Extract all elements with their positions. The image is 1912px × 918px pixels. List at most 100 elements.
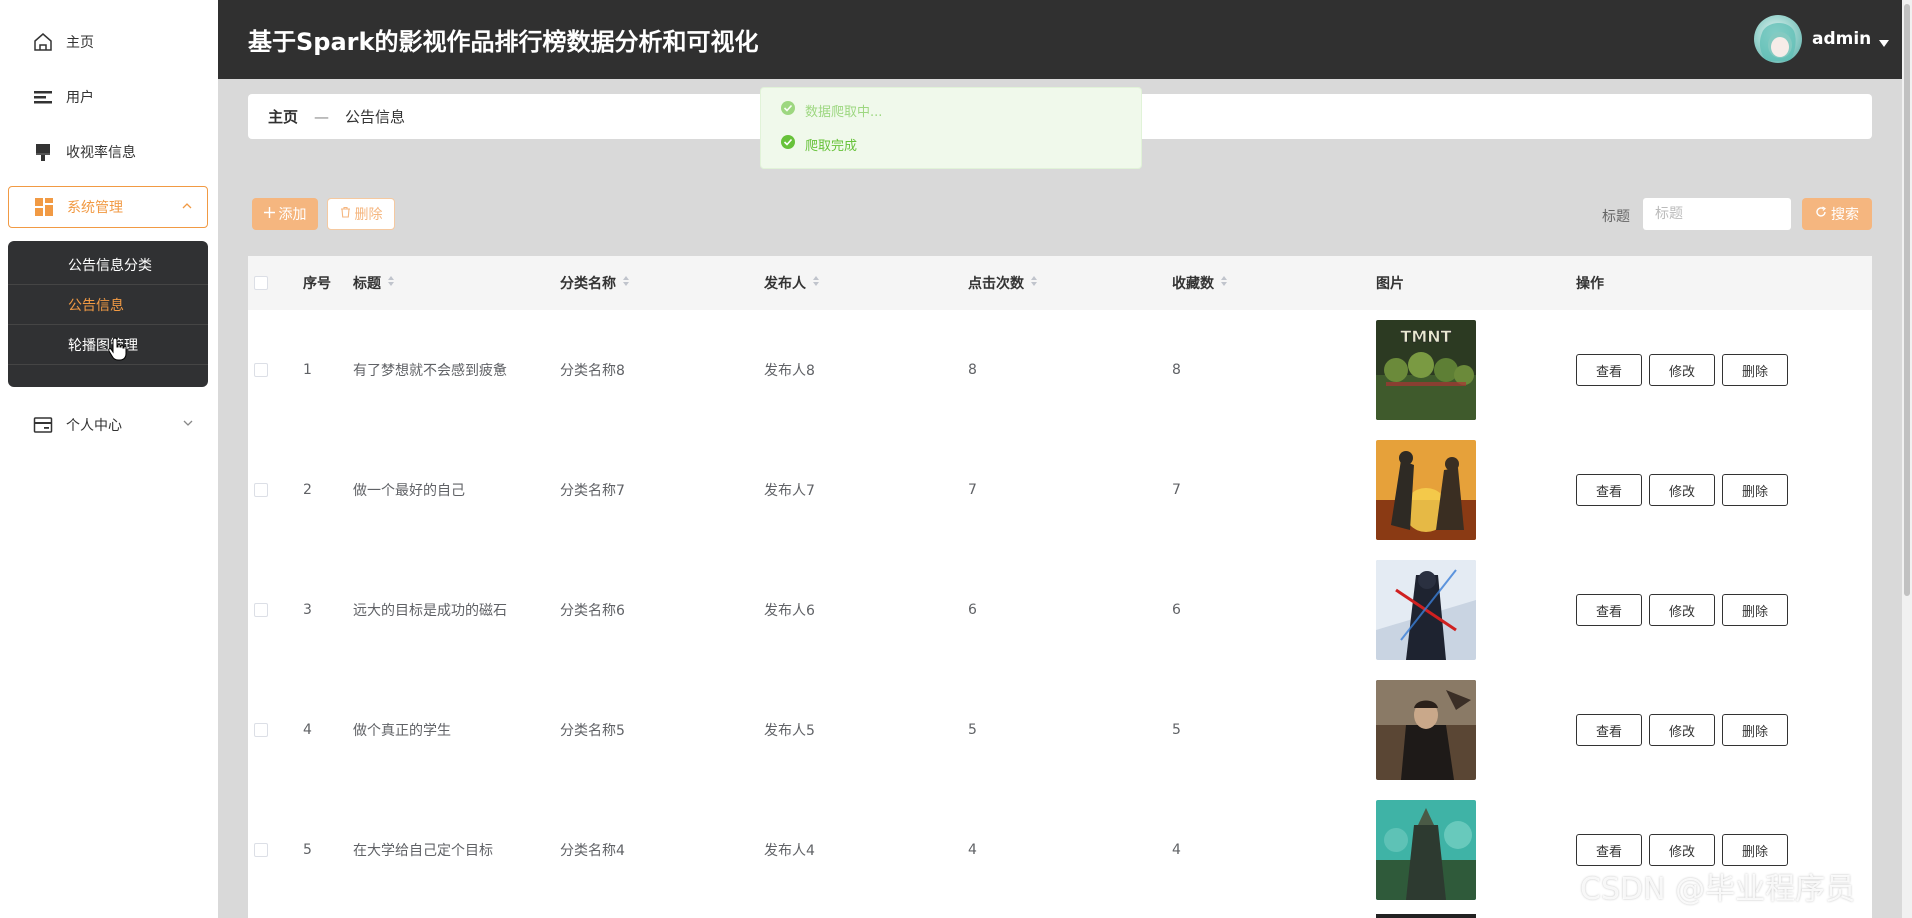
sidebar-item-label: 用户 [66,90,94,106]
thumbnail-image: TMNT [1376,320,1476,420]
row-checkbox[interactable] [254,670,268,790]
cell-publisher: 发布人8 [764,363,815,379]
view-button[interactable]: 查看 [1576,594,1642,626]
watermark: CSDN @毕业程序员 [1580,872,1856,907]
chevron-down-icon [182,417,194,433]
header-index: 序号 [303,276,331,292]
thumbnail-caption: TMNT [1400,327,1451,346]
header-image: 图片 [1376,276,1404,292]
cell-category: 分类名称5 [560,723,625,739]
cell-image[interactable] [1376,430,1476,550]
toast-done: 爬取完成 [761,127,1141,161]
header-category[interactable]: 分类名称 [560,256,630,310]
thumbnail-image-partial [1376,914,1476,918]
header-title[interactable]: 标题 [353,256,395,310]
cell-favorites: 5 [1172,722,1181,738]
table-header: 序号 标题 分类名称 发布人 点击次数 收藏数 图片 操作 [248,256,1872,310]
search-input[interactable] [1643,198,1791,230]
sidebar-item-users[interactable]: 用户 [8,76,208,118]
cell-image[interactable]: TMNT [1376,310,1476,430]
row-checkbox[interactable] [254,550,268,670]
success-icon [781,101,795,119]
sort-icon[interactable] [622,275,630,291]
search-button[interactable]: 搜索 [1802,198,1872,230]
scrollbar-thumb[interactable] [1904,4,1910,596]
delete-button[interactable]: 删除 [1722,834,1788,866]
table-row-partial [248,910,1872,918]
header: 基于Spark的影视作品排行榜数据分析和可视化 admin [218,0,1912,79]
batch-delete-button[interactable]: 删除 [327,198,395,230]
row-checkbox[interactable] [254,310,268,430]
edit-button[interactable]: 修改 [1649,714,1715,746]
refresh-icon [1815,206,1827,222]
cell-image[interactable] [1376,790,1476,910]
cell-category: 分类名称4 [560,843,625,859]
edit-button[interactable]: 修改 [1649,834,1715,866]
chevron-up-icon [181,200,193,216]
add-button[interactable]: 添加 [252,198,318,230]
sidebar-item-system[interactable]: 系统管理 [8,186,208,228]
search-label: 标题 [1602,209,1630,225]
breadcrumb-home[interactable]: 主页 [268,106,298,127]
toast-text: 爬取完成 [805,138,858,154]
success-icon [781,135,795,153]
sort-icon[interactable] [1030,275,1038,291]
cell-title: 有了梦想就不会感到疲惫 [353,363,507,379]
view-button[interactable]: 查看 [1576,474,1642,506]
header-clicks-label: 点击次数 [968,276,1024,292]
sidebar-item-ratings[interactable]: 收视率信息 [8,131,208,173]
submenu-item-notice[interactable]: 公告信息 [8,285,208,325]
delete-button[interactable]: 删除 [1722,354,1788,386]
user-menu[interactable]: admin [1812,29,1871,49]
row-checkbox[interactable] [254,790,268,910]
cell-title: 远大的目标是成功的磁石 [353,603,507,619]
thumbnail-image [1376,440,1476,540]
sidebar: 主页 用户 收视率信息 系统管理 公告信息分类 公告信息 轮播图管理 个人中心 [0,0,218,918]
add-button-label: 添加 [278,207,307,223]
select-all-checkbox[interactable] [254,256,268,310]
view-button[interactable]: 查看 [1576,834,1642,866]
sidebar-item-label: 个人中心 [66,418,122,434]
header-clicks[interactable]: 点击次数 [968,256,1038,310]
cell-actions: 查看 修改 删除 [1576,550,1795,670]
list-icon [32,86,54,108]
toast-crawling: 数据爬取中... [761,93,1141,127]
app-title: 基于Spark的影视作品排行榜数据分析和可视化 [248,28,759,56]
submenu-item-notice-category[interactable]: 公告信息分类 [8,245,208,285]
cell-publisher: 发布人7 [764,483,815,499]
header-favorites[interactable]: 收藏数 [1172,256,1228,310]
cell-index: 4 [303,722,312,738]
delete-button[interactable]: 删除 [1722,714,1788,746]
view-button[interactable]: 查看 [1576,714,1642,746]
cell-image[interactable] [1376,670,1476,790]
cell-image[interactable] [1376,550,1476,670]
cell-favorites: 4 [1172,842,1181,858]
cell-clicks: 7 [968,482,977,498]
row-checkbox[interactable] [254,430,268,550]
delete-button[interactable]: 删除 [1722,594,1788,626]
cell-actions: 查看 修改 删除 [1576,310,1795,430]
submenu-system: 公告信息分类 公告信息 轮播图管理 [8,241,208,387]
sort-icon[interactable] [1220,275,1228,291]
view-button[interactable]: 查看 [1576,354,1642,386]
sidebar-item-home[interactable]: 主页 [8,21,208,63]
edit-button[interactable]: 修改 [1649,594,1715,626]
sidebar-item-label: 系统管理 [67,200,123,216]
edit-button[interactable]: 修改 [1649,474,1715,506]
caret-down-icon[interactable] [1878,34,1890,53]
sort-icon[interactable] [387,275,395,291]
sort-icon[interactable] [812,275,820,291]
toast-stack: 数据爬取中... 爬取完成 [760,87,1142,169]
header-publisher-label: 发布人 [764,276,806,292]
cell-favorites: 7 [1172,482,1181,498]
grid-icon [33,196,55,218]
edit-button[interactable]: 修改 [1649,354,1715,386]
sidebar-item-profile[interactable]: 个人中心 [8,404,208,446]
cell-title: 在大学给自己定个目标 [353,843,493,859]
cell-clicks: 5 [968,722,977,738]
avatar[interactable] [1754,15,1802,63]
header-publisher[interactable]: 发布人 [764,256,820,310]
table-row: 3 远大的目标是成功的磁石 分类名称6 发布人6 6 6 查看 修改 删除 [248,550,1872,671]
delete-button[interactable]: 删除 [1722,474,1788,506]
thumbnail-image [1376,560,1476,660]
